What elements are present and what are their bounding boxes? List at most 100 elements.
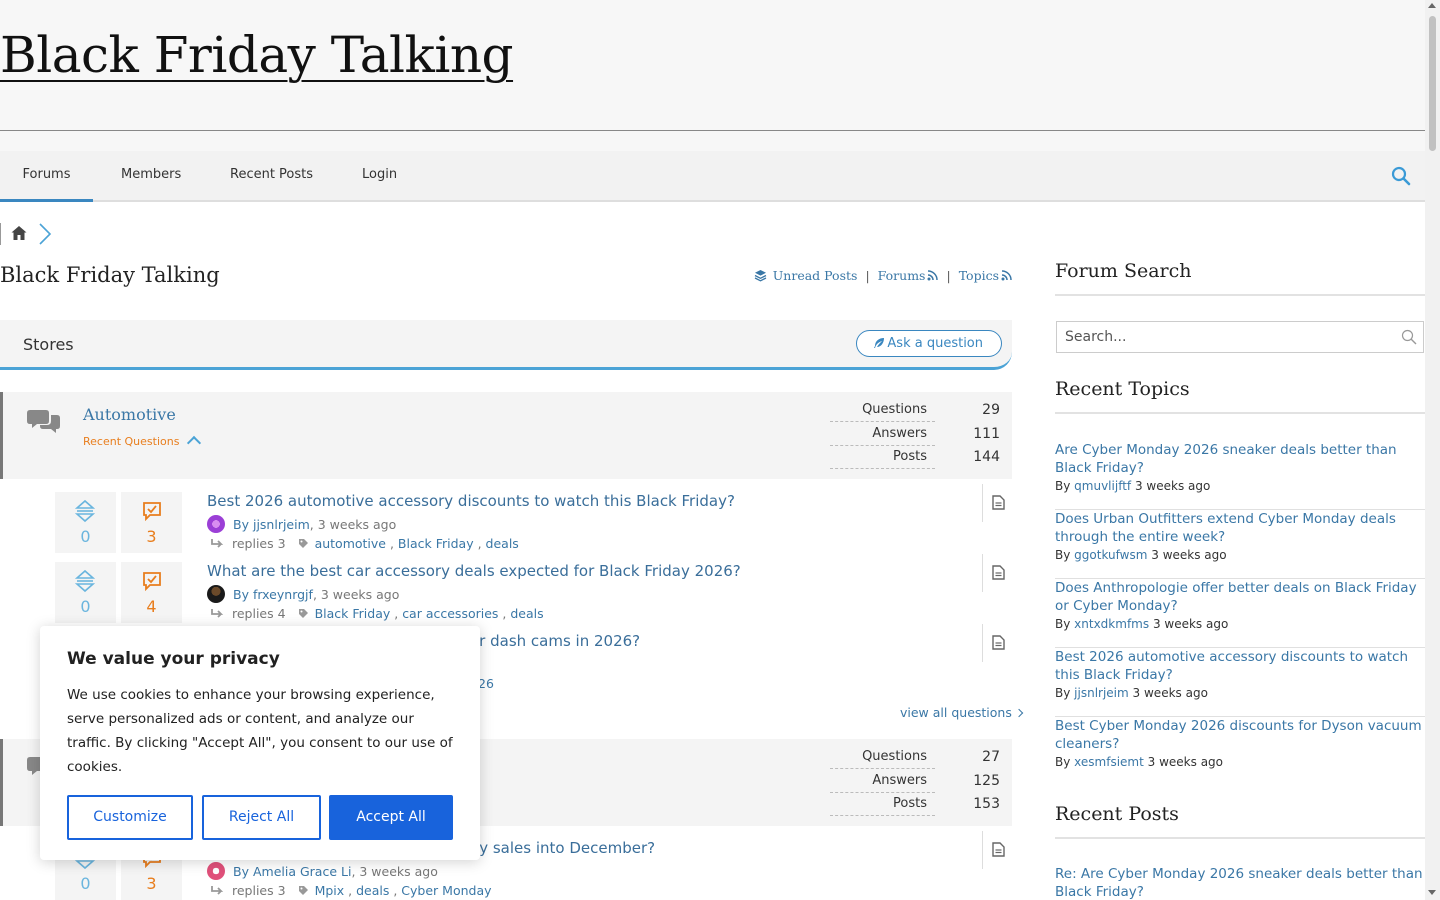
tag-link[interactable]: Cyber Monday (401, 883, 491, 898)
answer-box: 4 (121, 562, 182, 623)
forum-search-box (1056, 321, 1424, 353)
topic-meta: By xntxdkmfms 3 weeks ago (1055, 617, 1228, 631)
accept-all-button[interactable]: Accept All (329, 795, 453, 840)
topics-feed-link[interactable]: Topics (959, 268, 1012, 283)
customize-button[interactable]: Customize (67, 795, 193, 840)
recent-post-item: Re: Are Cyber Monday 2026 sneaker deals … (1055, 865, 1425, 900)
post-title-link[interactable]: Re: Are Cyber Monday 2026 sneaker deals … (1055, 865, 1423, 900)
topic-title-link[interactable]: Does Anthropologie offer better deals on… (1055, 579, 1423, 615)
topic-title-link[interactable]: Best 2026 automotive accessory discounts… (1055, 648, 1423, 684)
reply-icon (211, 539, 224, 548)
search-icon[interactable] (1401, 329, 1417, 345)
document-icon[interactable] (982, 831, 1012, 869)
stat-questions: Questions 27 (830, 747, 1000, 771)
reply-count: replies 3 (232, 536, 286, 551)
breadcrumb-divider (0, 223, 1, 245)
view-all-questions-link[interactable]: view all questions (900, 705, 1024, 720)
recent-posts-heading: Recent Posts (1055, 803, 1425, 839)
question-title[interactable]: ay sales into December? (470, 839, 655, 857)
home-icon[interactable] (10, 224, 28, 242)
search-icon[interactable] (1391, 166, 1411, 186)
vote-arrows-icon[interactable] (74, 499, 96, 523)
stat-label: Posts (830, 794, 935, 816)
document-icon[interactable] (982, 624, 1012, 662)
timestamp: 3 weeks ago (1132, 686, 1208, 700)
scrollbar[interactable] (1425, 0, 1440, 900)
reply-count: replies 4 (232, 606, 286, 621)
scroll-up-icon[interactable] (1428, 3, 1436, 8)
unread-posts-link[interactable]: Unread Posts (773, 268, 858, 283)
site-title-link[interactable]: Black Friday Talking (0, 26, 514, 84)
rss-icon (1001, 270, 1012, 281)
avatar[interactable] (207, 862, 225, 880)
reject-all-button[interactable]: Reject All (202, 795, 321, 840)
topic-title-link[interactable]: Are Cyber Monday 2026 sneaker deals bett… (1055, 441, 1423, 477)
author-link[interactable]: ggotkufwsm (1074, 548, 1147, 562)
timestamp: 3 weeks ago (1152, 617, 1229, 631)
stat-value: 27 (982, 749, 1000, 765)
stat-answers: Answers 125 (830, 771, 1000, 795)
question-title[interactable]: or dash cams in 2026? (470, 632, 640, 650)
stat-value: 125 (973, 773, 1000, 789)
tag-link[interactable]: 26 (478, 676, 494, 691)
avatar[interactable] (207, 515, 225, 533)
tag-link[interactable]: car accessories (402, 606, 498, 621)
tag-link[interactable]: deals (510, 606, 543, 621)
tag-link[interactable]: deals (486, 536, 519, 551)
recent-questions-toggle[interactable]: Recent Questions (83, 435, 202, 451)
layers-icon (754, 270, 767, 282)
topic-meta: By ggotkufwsm 3 weeks ago (1055, 548, 1227, 562)
nav-members[interactable]: Members (121, 151, 181, 202)
author-link[interactable]: jjsnlrjeim (253, 517, 310, 532)
reply-icon (211, 609, 224, 618)
tag-link[interactable]: Mpix (315, 883, 345, 898)
topic-title-link[interactable]: Does Urban Outfitters extend Cyber Monda… (1055, 510, 1423, 546)
forums-feed-link[interactable]: Forums (878, 268, 939, 283)
comments-icon (27, 406, 61, 436)
topic-title-link[interactable]: Best Cyber Monday 2026 discounts for Dys… (1055, 717, 1423, 753)
stat-value: 144 (973, 449, 1000, 465)
tag-link[interactable]: Black Friday (398, 536, 474, 551)
author-link[interactable]: frxeynrgjf (253, 587, 313, 602)
cookie-title: We value your privacy (67, 649, 280, 669)
question-title[interactable]: What are the best car accessory deals ex… (207, 562, 741, 580)
question-meta: By frxeynrgjf, 3 weeks ago (207, 585, 399, 603)
answer-count: 3 (146, 874, 157, 893)
by-label: By (233, 586, 249, 602)
recent-topic-item: Does Anthropologie offer better deals on… (1055, 579, 1425, 648)
scroll-down-icon[interactable] (1428, 890, 1436, 895)
category-name[interactable]: Automotive (83, 405, 176, 424)
cookie-consent-dialog: We value your privacy We use cookies to … (40, 626, 480, 860)
author-link[interactable]: qmuvlijftf (1074, 479, 1131, 493)
stat-value: 29 (982, 402, 1000, 418)
ask-question-label: Ask a question (887, 336, 983, 351)
author-link[interactable]: xesmfsiemt (1074, 755, 1144, 769)
question-row: 0 4 What are the best car accessory deal… (0, 554, 1012, 632)
recent-topics-heading: Recent Topics (1055, 378, 1425, 414)
avatar[interactable] (207, 585, 225, 603)
tag-link[interactable]: automotive (315, 536, 386, 551)
document-icon[interactable] (982, 484, 1012, 522)
tag-icon (298, 886, 308, 895)
tag-link[interactable]: Black Friday (315, 606, 391, 621)
ask-question-button[interactable]: Ask a question (856, 330, 1002, 357)
forum-search-input[interactable] (1057, 322, 1387, 352)
author-link[interactable]: xntxdkmfms (1074, 617, 1149, 631)
recent-topic-item: Does Urban Outfitters extend Cyber Monda… (1055, 510, 1425, 579)
chevron-right-icon (1014, 708, 1024, 718)
author-link[interactable]: Amelia Grace Li (253, 864, 351, 879)
scroll-thumb[interactable] (1429, 16, 1436, 151)
recent-questions-label: Recent Questions (83, 435, 180, 448)
nav-login[interactable]: Login (362, 151, 397, 202)
stat-value: 153 (973, 796, 1000, 812)
vote-arrows-icon[interactable] (74, 569, 96, 593)
separator: | (865, 268, 870, 283)
tag-link[interactable]: deals (356, 883, 389, 898)
recent-topic-item: Best Cyber Monday 2026 discounts for Dys… (1055, 717, 1425, 786)
nav-recent-posts[interactable]: Recent Posts (230, 151, 313, 202)
question-title[interactable]: Best 2026 automotive accessory discounts… (207, 492, 735, 510)
by-label: By (1055, 755, 1071, 769)
document-icon[interactable] (982, 554, 1012, 592)
nav-forums[interactable]: Forums (0, 151, 93, 202)
author-link[interactable]: jjsnlrjeim (1074, 686, 1129, 700)
